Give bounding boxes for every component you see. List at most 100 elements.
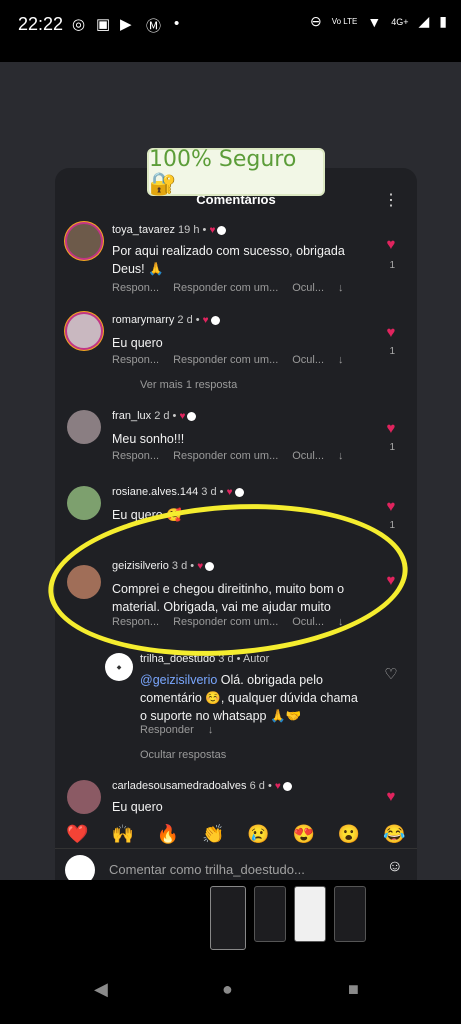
reply-button[interactable]: Respon... [112, 450, 159, 462]
thumbnail[interactable] [210, 886, 246, 950]
like-heart-icon[interactable]: ♥ [383, 498, 399, 515]
hide-button[interactable]: Ocul... [292, 450, 324, 462]
thumbnail[interactable] [334, 886, 366, 942]
thumbnail[interactable] [254, 886, 286, 942]
like-heart-icon[interactable]: ♥ [383, 788, 399, 805]
hide-replies[interactable]: Ocultar respostas [140, 749, 226, 761]
chevron-down-icon[interactable]: ↓ [338, 354, 344, 366]
like-count: 1 [389, 520, 395, 531]
avatar[interactable] [67, 224, 101, 258]
avatar[interactable] [67, 780, 101, 814]
like-heart-icon[interactable]: ♥ [383, 236, 399, 253]
username[interactable]: fran_lux [112, 410, 151, 422]
creator-badge-icon [234, 487, 244, 497]
emoji-laugh[interactable]: 😂 [383, 824, 405, 845]
chevron-down-icon[interactable]: ↓ [338, 616, 344, 628]
comment-line: Comprei e chegou direitinho, muito bom o [112, 582, 345, 596]
username[interactable]: romarymarry [112, 314, 174, 326]
heart-icon: ♥ [226, 487, 233, 498]
chevron-down-icon[interactable]: ↓ [338, 450, 344, 462]
reply-with-button[interactable]: Responder com um... [173, 616, 278, 628]
nav-bar: ◀ ● ■ [0, 955, 461, 1024]
username[interactable]: geizisilverio [112, 560, 169, 572]
reply-with-button[interactable]: Responder com um... [173, 282, 278, 294]
like-heart-icon[interactable]: ♥ [383, 420, 399, 437]
comment-text: Comprei e chegou direitinho, muito bom o… [112, 580, 372, 616]
username[interactable]: rosiane.alves.144 [112, 486, 198, 498]
emoji-cry[interactable]: 😢 [247, 824, 269, 845]
comment-line: material. Obrigada, vai me ajudar muito [112, 600, 331, 614]
sticker-icon[interactable]: ☺ [387, 858, 403, 876]
comment-actions: Respon... Responder com um... Ocul... ↓ [112, 354, 358, 366]
heart-icon: ♥ [209, 225, 216, 236]
comment-line: Eu quero [112, 336, 163, 350]
comment-actions: Respon... Responder com um... Ocul... ↓ [112, 282, 358, 294]
username[interactable]: trilha_doestudo [140, 653, 215, 665]
emoji-heart[interactable]: ❤️ [66, 824, 88, 845]
instagram-icon: ◎ [72, 16, 86, 33]
chevron-down-icon[interactable]: ↓ [208, 724, 214, 736]
timestamp: 6 d [249, 780, 265, 792]
mention-link[interactable]: @geizisilverio [140, 673, 217, 687]
username[interactable]: carladesousamedradoalves [112, 780, 247, 792]
comment-composer: Comentar como trilha_doestudo... ☺ [55, 848, 417, 880]
username[interactable]: toya_tavarez [112, 224, 175, 236]
emoji-quick-bar: ❤️ 🙌 🔥 👏 😢 😍 😮 😂 [55, 820, 417, 848]
youtube-icon: ▶ [120, 16, 132, 33]
hide-button[interactable]: Ocul... [292, 354, 324, 366]
reply-button[interactable]: Respon... [112, 616, 159, 628]
comment-line: Eu quero [112, 800, 163, 814]
emoji-clap[interactable]: 👏 [202, 824, 224, 845]
reply-button[interactable]: Respon... [112, 354, 159, 366]
like-count: 1 [389, 346, 395, 357]
chevron-down-icon[interactable]: ↓ [338, 282, 344, 294]
reply-button[interactable]: Respon... [112, 282, 159, 294]
hide-button[interactable]: Ocul... [292, 616, 324, 628]
avatar[interactable] [67, 314, 101, 348]
comments-sheet: Comentários ⋮ toya_tavarez 19 h • ♥ Por … [55, 168, 417, 880]
comment-line: Deus! 🙏 [112, 262, 164, 276]
comment-text: Meu sonho!!! [112, 430, 372, 448]
timestamp: 3 d [171, 560, 188, 572]
emoji-fire[interactable]: 🔥 [157, 824, 179, 845]
emoji-raised-hands[interactable]: 🙌 [112, 824, 134, 845]
clock: 22:22 [18, 14, 64, 34]
thumbnail[interactable] [294, 886, 326, 942]
avatar[interactable] [67, 486, 101, 520]
emoji-wow[interactable]: 😮 [338, 824, 360, 845]
back-icon[interactable]: ◀ [94, 979, 108, 1000]
reply-line: @geizisilverio Olá. obrigada pelo [140, 671, 400, 689]
more-options-icon[interactable]: ⋮ [383, 190, 399, 210]
hide-button[interactable]: Ocul... [292, 282, 324, 294]
comment-text: Eu quero 🥰 [112, 506, 372, 524]
like-heart-outline-icon[interactable]: ♡ [383, 665, 399, 683]
heart-icon: ♥ [274, 781, 281, 792]
recents-icon[interactable]: ■ [348, 979, 359, 1000]
comment-actions: Respon... Responder com um... Ocul... ↓ [112, 450, 358, 462]
wifi-icon: ▼ [367, 13, 382, 30]
view-more-replies[interactable]: Ver mais 1 resposta [140, 379, 237, 391]
volte-label: Vo LTE [331, 17, 358, 26]
motorola-icon: Ⓜ [146, 18, 162, 35]
reply-with-button[interactable]: Responder com um... [173, 354, 278, 366]
timestamp: 19 h [178, 224, 200, 236]
timestamp: 2 d [154, 410, 170, 422]
like-heart-icon[interactable]: ♥ [383, 572, 399, 589]
signal-icon: ◢ [418, 13, 430, 29]
home-icon[interactable]: ● [222, 979, 233, 1000]
author-avatar[interactable]: ◆ [105, 653, 133, 681]
avatar[interactable] [67, 410, 101, 444]
timestamp: 3 d [218, 653, 234, 665]
reply-button[interactable]: Responder [140, 724, 194, 736]
reply-with-button[interactable]: Responder com um... [173, 450, 278, 462]
emoji-heart-eyes[interactable]: 😍 [293, 824, 315, 845]
creator-badge-icon [282, 781, 292, 791]
like-heart-icon[interactable]: ♥ [383, 324, 399, 341]
timestamp: 2 d [177, 314, 193, 326]
comment-text: Eu quero [112, 798, 372, 816]
reply-text: @geizisilverio Olá. obrigada pelo coment… [140, 671, 400, 725]
comment-input[interactable]: Comentar como trilha_doestudo... [109, 862, 305, 877]
avatar[interactable] [67, 565, 101, 599]
comment-text: Eu quero [112, 334, 372, 352]
comment-meta: rosiane.alves.144 3 d • ♥ [112, 486, 244, 498]
